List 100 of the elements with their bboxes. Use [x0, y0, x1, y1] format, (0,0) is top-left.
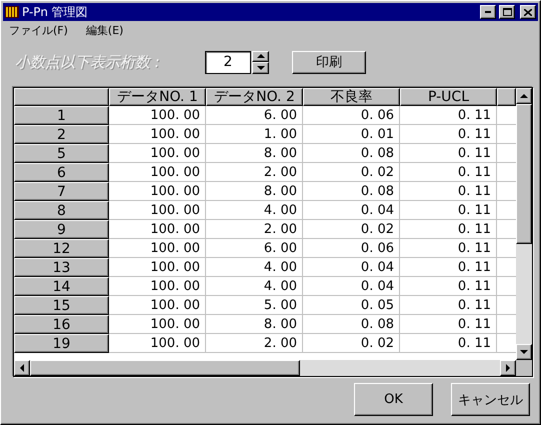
table-cell: 0. 04 — [303, 277, 400, 296]
down-arrow-icon — [520, 350, 528, 354]
up-arrow-icon — [256, 54, 264, 58]
column-header: P-UCL — [400, 88, 497, 106]
column-header: データNO. 2 — [206, 88, 303, 106]
table-cell: 100. 00 — [109, 106, 206, 125]
table-cell: 100. 00 — [109, 201, 206, 220]
row-header: 14 — [14, 277, 109, 296]
table-cell: 6. 00 — [206, 239, 303, 258]
table-cell: 0. 04 — [303, 258, 400, 277]
table-cell: 100. 00 — [109, 277, 206, 296]
table-cell: 0. 11 — [400, 182, 497, 201]
table-cell: 2. 00 — [206, 163, 303, 182]
spin-up-button[interactable] — [252, 50, 269, 62]
minimize-button[interactable] — [480, 5, 496, 19]
table-cell: 0. 11 — [400, 334, 497, 353]
right-arrow-icon — [506, 364, 510, 372]
table-cell: 100. 00 — [109, 125, 206, 144]
row-header: 2 — [14, 125, 109, 144]
table-cell: 100. 00 — [109, 163, 206, 182]
table-cell: 2. 00 — [206, 334, 303, 353]
row-header: 15 — [14, 296, 109, 315]
scroll-down-button[interactable] — [516, 344, 532, 360]
row-header: 13 — [14, 258, 109, 277]
row-header: 7 — [14, 182, 109, 201]
table-cell: 6. 00 — [206, 106, 303, 125]
table-cell: 0. 11 — [400, 277, 497, 296]
close-button[interactable] — [520, 5, 536, 19]
menu-item[interactable]: ファイル(F) — [9, 22, 68, 38]
table-cell: 100. 00 — [109, 182, 206, 201]
row-header: 1 — [14, 106, 109, 125]
maximize-icon — [502, 8, 512, 16]
maximize-button[interactable] — [499, 5, 515, 19]
table-cell: 0. 02 — [303, 220, 400, 239]
column-header: 不良率 — [303, 88, 400, 106]
table-cell: 8. 00 — [206, 315, 303, 334]
table-cell: 0. 01 — [303, 125, 400, 144]
table-cell: 0. 11 — [400, 201, 497, 220]
table-cell: 4. 00 — [206, 258, 303, 277]
horizontal-scrollbar[interactable] — [14, 360, 532, 376]
table-cell: 100. 00 — [109, 296, 206, 315]
cancel-button[interactable]: キャンセル — [451, 383, 530, 416]
row-header: 8 — [14, 201, 109, 220]
row-header: 9 — [14, 220, 109, 239]
table-cell: 0. 05 — [303, 296, 400, 315]
left-arrow-icon — [20, 364, 24, 372]
table-cell: 0. 11 — [400, 296, 497, 315]
window-title: P-Pn 管理図 — [22, 4, 89, 20]
row-header: 19 — [14, 334, 109, 353]
table-cell: 8. 00 — [206, 182, 303, 201]
scrollbar-corner — [516, 360, 532, 376]
table-cell: 0. 08 — [303, 315, 400, 334]
row-header: 12 — [14, 239, 109, 258]
menu-item[interactable]: 編集(E) — [86, 22, 124, 38]
table-cell: 0. 11 — [400, 315, 497, 334]
app-icon — [5, 5, 19, 19]
print-button[interactable]: 印刷 — [292, 50, 366, 74]
minimize-icon — [485, 11, 491, 13]
scroll-left-button[interactable] — [14, 360, 30, 376]
vertical-scrollbar[interactable] — [516, 88, 532, 360]
table-cell: 0. 11 — [400, 220, 497, 239]
column-header: データNO. 1 — [109, 88, 206, 106]
table-cell: 5. 00 — [206, 296, 303, 315]
table-cell: 0. 11 — [400, 144, 497, 163]
scroll-up-button[interactable] — [516, 88, 532, 104]
row-header: 5 — [14, 144, 109, 163]
row-header: 6 — [14, 163, 109, 182]
table-cell: 0. 11 — [400, 163, 497, 182]
scroll-thumb[interactable] — [30, 360, 300, 376]
table-cell: 1. 00 — [206, 125, 303, 144]
table-cell: 0. 11 — [400, 125, 497, 144]
table-cell: 0. 06 — [303, 106, 400, 125]
table-cell: 4. 00 — [206, 277, 303, 296]
table-cell: 100. 00 — [109, 239, 206, 258]
table-cell: 4. 00 — [206, 201, 303, 220]
down-arrow-icon — [256, 66, 264, 70]
up-arrow-icon — [520, 94, 528, 98]
table-cell: 8. 00 — [206, 144, 303, 163]
scroll-right-button[interactable] — [500, 360, 516, 376]
scroll-thumb[interactable] — [516, 104, 532, 244]
table-cell: 100. 00 — [109, 220, 206, 239]
decimal-places-field[interactable]: 2 — [205, 50, 251, 74]
table-cell: 0. 02 — [303, 163, 400, 182]
table-cell: 100. 00 — [109, 258, 206, 277]
table-cell: 0. 04 — [303, 201, 400, 220]
table-cell: 0. 08 — [303, 182, 400, 201]
table-cell: 100. 00 — [109, 334, 206, 353]
table-cell: 0. 11 — [400, 106, 497, 125]
table-cell: 2. 00 — [206, 220, 303, 239]
table-cell: 0. 06 — [303, 239, 400, 258]
table-cell: 0. 02 — [303, 334, 400, 353]
table-cell: 0. 08 — [303, 144, 400, 163]
close-icon — [524, 8, 532, 16]
row-header: 16 — [14, 315, 109, 334]
table-cell: 0. 11 — [400, 258, 497, 277]
table-cell: 0. 11 — [400, 239, 497, 258]
table-cell: 100. 00 — [109, 144, 206, 163]
table-cell: 100. 00 — [109, 315, 206, 334]
spin-down-button[interactable] — [252, 62, 269, 74]
ok-button[interactable]: OK — [354, 383, 433, 416]
